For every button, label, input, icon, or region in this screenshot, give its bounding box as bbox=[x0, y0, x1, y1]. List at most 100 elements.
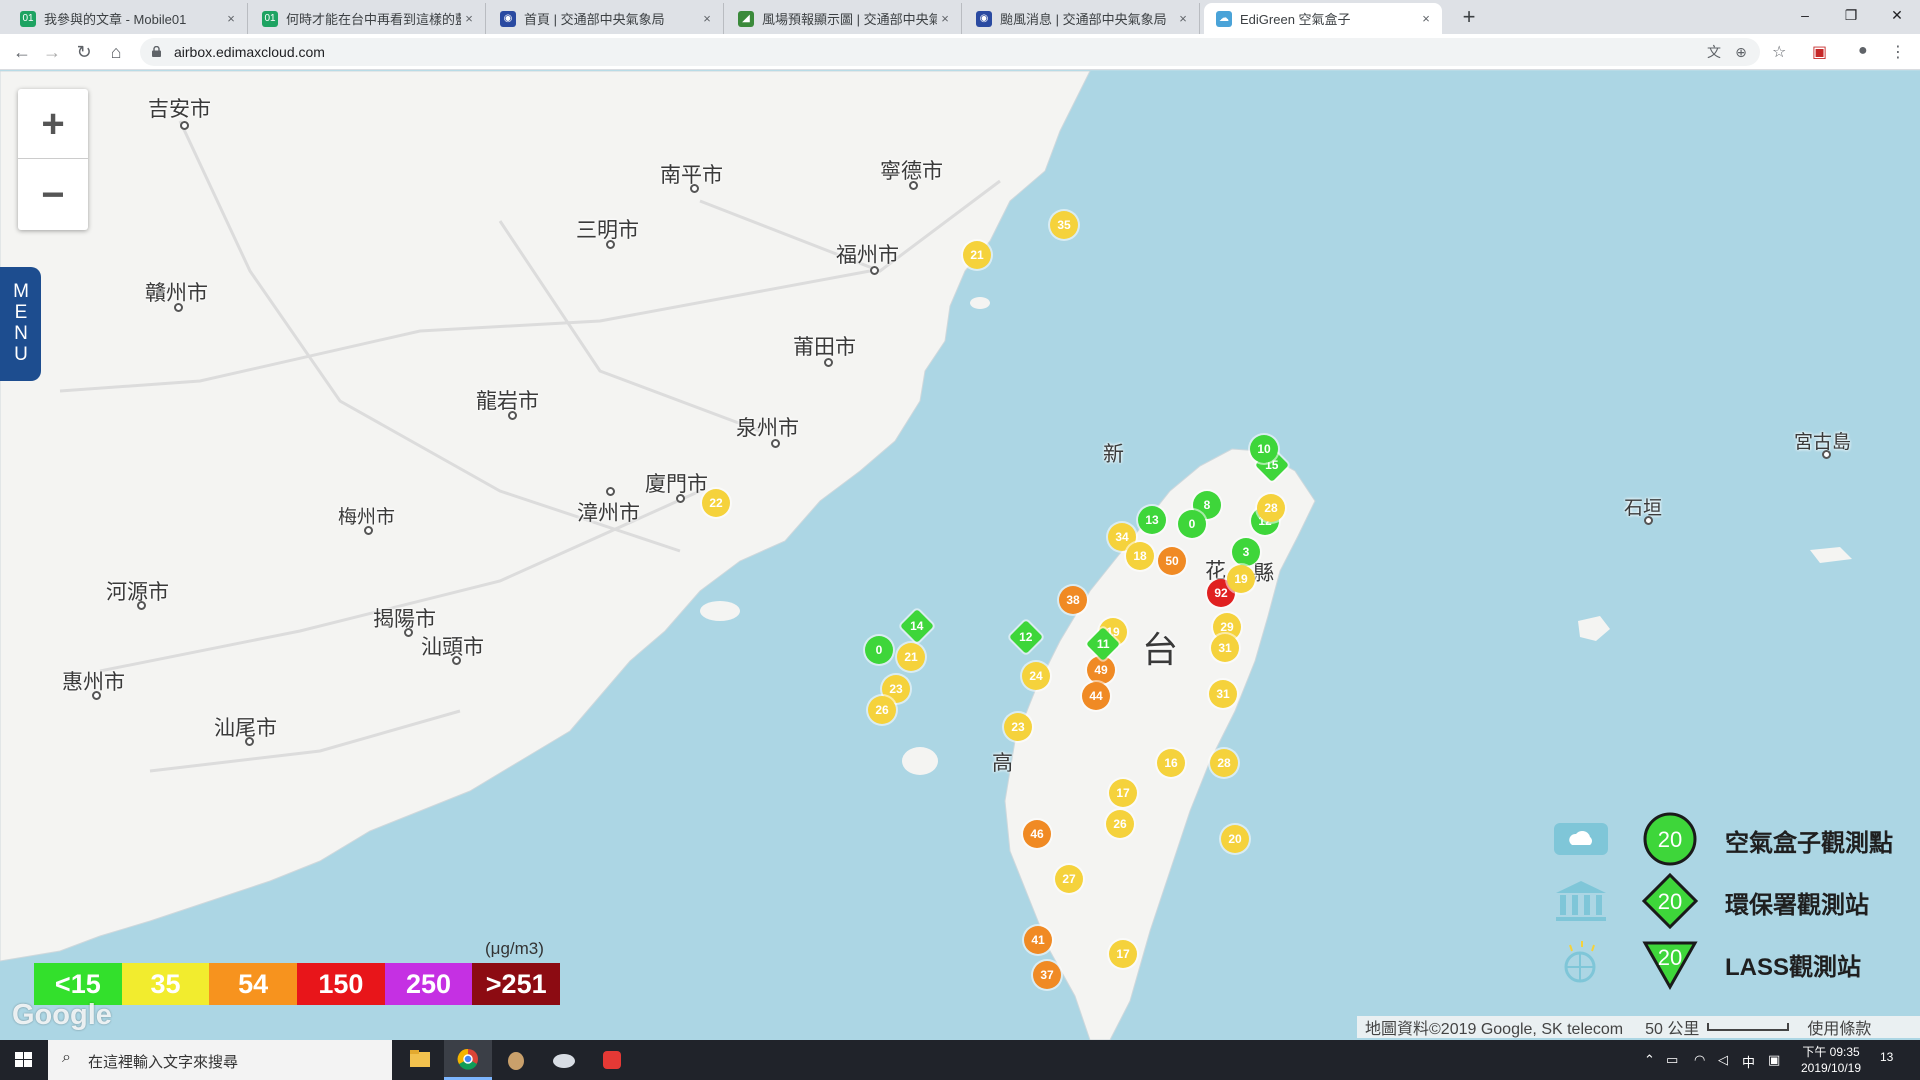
app-red-icon[interactable] bbox=[588, 1040, 636, 1080]
url-text[interactable]: airbox.edimaxcloud.com bbox=[174, 44, 325, 60]
terms-link[interactable]: 使用條款 bbox=[1807, 1015, 1871, 1039]
minimize-button[interactable]: – bbox=[1782, 0, 1828, 30]
marker-value: 19 bbox=[1234, 572, 1248, 586]
tab-mobile01-bluesky[interactable]: 01 何時才能在台中再看到這樣的藍天 × bbox=[250, 3, 486, 34]
address-bar[interactable]: airbox.edimaxcloud.com 文 ⊕ bbox=[140, 38, 1760, 66]
sensor-marker[interactable]: 21 bbox=[963, 241, 991, 269]
tab-close-icon[interactable]: × bbox=[1175, 11, 1191, 26]
sensor-marker[interactable]: 28 bbox=[1257, 494, 1285, 522]
sensor-marker[interactable]: 17 bbox=[1109, 779, 1137, 807]
lass-marker-icon: 20 bbox=[1642, 941, 1698, 991]
sensor-marker[interactable]: 18 bbox=[1126, 542, 1154, 570]
tab-edigreen-airbox[interactable]: ☁ EdiGreen 空氣盒子 × bbox=[1204, 3, 1442, 34]
ime-indicator[interactable]: 中 bbox=[1742, 1052, 1755, 1071]
tab-mobile01-articles[interactable]: 01 我參與的文章 - Mobile01 × bbox=[8, 3, 248, 34]
clock-date[interactable]: 2019/10/19 bbox=[1796, 1061, 1866, 1075]
city-label: 莆田市 bbox=[793, 335, 856, 359]
sensor-marker[interactable]: 17 bbox=[1109, 940, 1137, 968]
taskbar-search-box[interactable]: ⌕ 在這裡輸入文字來搜尋 bbox=[48, 1040, 392, 1080]
menu-button[interactable]: MENU bbox=[0, 267, 41, 381]
forward-arrow-icon[interactable]: → bbox=[40, 40, 64, 64]
legend-epa: 20 環保署觀測站 bbox=[1550, 873, 1920, 929]
zoom-magnifier-icon[interactable]: ⊕ bbox=[1732, 44, 1750, 60]
wifi-icon[interactable]: ◠ bbox=[1694, 1052, 1705, 1068]
sensor-marker[interactable]: 0 bbox=[865, 636, 893, 664]
sensor-marker[interactable]: 23 bbox=[1004, 713, 1032, 741]
sensor-marker[interactable]: 26 bbox=[1106, 810, 1134, 838]
zoom-in-button[interactable]: + bbox=[18, 89, 88, 159]
city-label: 泉州市 bbox=[736, 416, 799, 440]
battery-icon[interactable]: ▭ bbox=[1666, 1052, 1678, 1068]
marker-value: 21 bbox=[904, 650, 918, 664]
reload-icon[interactable]: ↻ bbox=[72, 40, 96, 64]
tab-close-icon[interactable]: × bbox=[223, 11, 239, 26]
sensor-marker[interactable]: 49 bbox=[1087, 656, 1115, 684]
sensor-marker[interactable]: 20 bbox=[1221, 825, 1249, 853]
tab-title: 何時才能在台中再看到這樣的藍天 bbox=[286, 12, 461, 27]
chrome-icon[interactable] bbox=[444, 1040, 492, 1080]
tab-close-icon[interactable]: × bbox=[699, 11, 715, 26]
back-arrow-icon[interactable]: ← bbox=[10, 40, 34, 64]
sensor-marker[interactable]: 0 bbox=[1178, 510, 1206, 538]
sensor-marker[interactable]: 28 bbox=[1210, 749, 1238, 777]
lock-icon[interactable] bbox=[152, 46, 161, 57]
legend-lass: 20 LASS觀測站 bbox=[1550, 935, 1920, 991]
sensor-marker[interactable]: 31 bbox=[1209, 680, 1237, 708]
tab-title: 風場預報顯示圖 | 交通部中央氣象局 bbox=[762, 12, 937, 27]
close-window-button[interactable]: ✕ bbox=[1874, 0, 1920, 30]
tab-title: 颱風消息 | 交通部中央氣象局 bbox=[1000, 12, 1167, 27]
tab-cwb-home[interactable]: ◉ 首頁 | 交通部中央氣象局 × bbox=[488, 3, 724, 34]
maximize-button[interactable]: ❐ bbox=[1828, 0, 1874, 30]
sensor-marker[interactable]: 10 bbox=[1250, 435, 1278, 463]
sensor-marker[interactable]: 21 bbox=[897, 643, 925, 671]
app-squirrel-icon[interactable] bbox=[492, 1040, 540, 1080]
sensor-marker[interactable]: 13 bbox=[1138, 506, 1166, 534]
windows-start-icon[interactable] bbox=[0, 1040, 48, 1080]
tab-close-icon[interactable]: × bbox=[461, 11, 477, 26]
clock-time[interactable]: 下午 09:35 bbox=[1796, 1043, 1866, 1060]
tab-cwb-typhoon[interactable]: ◉ 颱風消息 | 交通部中央氣象局 × bbox=[964, 3, 1200, 34]
notification-count[interactable]: 13 bbox=[1880, 1050, 1893, 1064]
marker-value: 26 bbox=[875, 703, 889, 717]
sensor-marker[interactable]: 35 bbox=[1050, 211, 1078, 239]
home-icon[interactable]: ⌂ bbox=[104, 40, 128, 64]
marker-value: 35 bbox=[1057, 218, 1071, 232]
sensor-marker[interactable]: 22 bbox=[702, 489, 730, 517]
bookmark-star-icon[interactable]: ☆ bbox=[1772, 42, 1786, 62]
marker-value: 24 bbox=[1029, 669, 1043, 683]
sensor-marker[interactable]: 31 bbox=[1211, 634, 1239, 662]
profile-avatar-icon[interactable]: ● bbox=[1858, 42, 1868, 60]
show-hidden-icons-icon[interactable]: ⌃ bbox=[1644, 1052, 1655, 1068]
sensor-marker[interactable]: 16 bbox=[1157, 749, 1185, 777]
city-label: 宮古島 bbox=[1794, 431, 1852, 453]
sensor-marker[interactable]: 38 bbox=[1059, 586, 1087, 614]
tab-close-icon[interactable]: × bbox=[1418, 11, 1434, 26]
sensor-marker[interactable]: 37 bbox=[1033, 961, 1061, 989]
marker-value: 27 bbox=[1062, 872, 1076, 886]
extension-icon[interactable]: ▣ bbox=[1812, 42, 1827, 62]
mobile01-favicon-icon: 01 bbox=[262, 10, 278, 27]
city-label: 漳州市 bbox=[577, 501, 640, 525]
tab-close-icon[interactable]: × bbox=[937, 11, 953, 26]
sensor-marker[interactable]: 24 bbox=[1022, 662, 1050, 690]
sensor-marker[interactable]: 46 bbox=[1023, 820, 1051, 848]
sensor-marker[interactable]: 3 bbox=[1232, 538, 1260, 566]
sensor-marker[interactable]: 41 bbox=[1024, 926, 1052, 954]
sensor-marker[interactable]: 44 bbox=[1082, 682, 1110, 710]
sensor-marker[interactable]: 19 bbox=[1227, 565, 1255, 593]
zoom-out-button[interactable]: − bbox=[18, 160, 88, 230]
tab-cwb-wind[interactable]: ◢ 風場預報顯示圖 | 交通部中央氣象局 × bbox=[726, 3, 962, 34]
more-menu-icon[interactable]: ⋮ bbox=[1890, 42, 1906, 62]
app-cloud-icon[interactable] bbox=[540, 1040, 588, 1080]
sensor-marker[interactable]: 50 bbox=[1158, 547, 1186, 575]
file-explorer-icon[interactable] bbox=[396, 1040, 444, 1080]
sensor-marker[interactable]: 26 bbox=[868, 696, 896, 724]
new-tab-button[interactable]: + bbox=[1455, 4, 1483, 32]
marker-value: 0 bbox=[875, 643, 883, 657]
air-quality-map[interactable]: 吉安市 南平市 寧德市 三明市 福州市 贛州市 莆田市 龍岩市 泉州市 廈門市 … bbox=[0, 71, 1920, 1040]
action-center-tray-icon[interactable]: ▣ bbox=[1768, 1052, 1780, 1068]
sensor-marker[interactable]: 27 bbox=[1055, 865, 1083, 893]
translate-icon[interactable]: 文 bbox=[1705, 44, 1723, 60]
marker-value: 28 bbox=[1217, 756, 1231, 770]
volume-icon[interactable]: ◁ bbox=[1718, 1052, 1728, 1068]
